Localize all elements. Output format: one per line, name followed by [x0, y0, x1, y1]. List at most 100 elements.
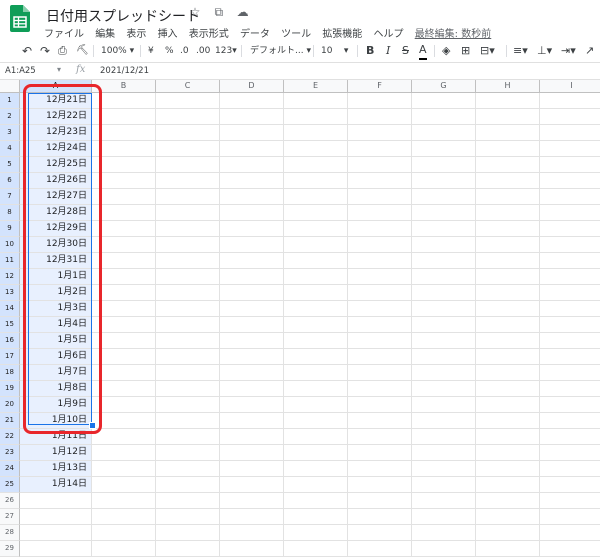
cell-h9[interactable]: [476, 221, 540, 237]
cell-i27[interactable]: [540, 509, 600, 525]
cell-b26[interactable]: [92, 493, 156, 509]
cell-b20[interactable]: [92, 397, 156, 413]
cell-d29[interactable]: [220, 541, 284, 557]
cell-b27[interactable]: [92, 509, 156, 525]
row-header[interactable]: 8: [0, 205, 20, 221]
cell-g21[interactable]: [412, 413, 476, 429]
cell-c23[interactable]: [156, 445, 220, 461]
cell-f16[interactable]: [348, 333, 412, 349]
cell-e19[interactable]: [284, 381, 348, 397]
cell-g5[interactable]: [412, 157, 476, 173]
move-to-folder-icon[interactable]: ⧉: [209, 5, 229, 20]
cell-e1[interactable]: [284, 93, 348, 109]
cell-a25[interactable]: 1月14日: [20, 477, 92, 493]
row-header[interactable]: 14: [0, 301, 20, 317]
cell-i17[interactable]: [540, 349, 600, 365]
row-header[interactable]: 5: [0, 157, 20, 173]
cell-e14[interactable]: [284, 301, 348, 317]
cell-d19[interactable]: [220, 381, 284, 397]
cell-i5[interactable]: [540, 157, 600, 173]
cell-c20[interactable]: [156, 397, 220, 413]
cell-d26[interactable]: [220, 493, 284, 509]
row-header[interactable]: 25: [0, 477, 20, 493]
cell-i12[interactable]: [540, 269, 600, 285]
cell-g18[interactable]: [412, 365, 476, 381]
cell-a13[interactable]: 1月2日: [20, 285, 92, 301]
cell-i20[interactable]: [540, 397, 600, 413]
cell-a4[interactable]: 12月24日: [20, 141, 92, 157]
cell-f9[interactable]: [348, 221, 412, 237]
fill-handle[interactable]: [89, 422, 96, 429]
cell-a28[interactable]: [20, 525, 92, 541]
cell-b24[interactable]: [92, 461, 156, 477]
cell-a7[interactable]: 12月27日: [20, 189, 92, 205]
menu-help[interactable]: ヘルプ: [374, 29, 404, 40]
cell-b9[interactable]: [92, 221, 156, 237]
cell-b28[interactable]: [92, 525, 156, 541]
cell-e15[interactable]: [284, 317, 348, 333]
cell-g8[interactable]: [412, 205, 476, 221]
cell-g26[interactable]: [412, 493, 476, 509]
menu-data[interactable]: データ: [240, 29, 270, 40]
cell-b13[interactable]: [92, 285, 156, 301]
cell-c1[interactable]: [156, 93, 220, 109]
cell-d15[interactable]: [220, 317, 284, 333]
row-header[interactable]: 7: [0, 189, 20, 205]
cell-c25[interactable]: [156, 477, 220, 493]
sheets-logo-icon[interactable]: [10, 5, 30, 32]
cell-a23[interactable]: 1月12日: [20, 445, 92, 461]
cell-f26[interactable]: [348, 493, 412, 509]
cell-h20[interactable]: [476, 397, 540, 413]
vertical-align-icon[interactable]: ⊥▾: [537, 44, 552, 58]
cell-a26[interactable]: [20, 493, 92, 509]
cell-a5[interactable]: 12月25日: [20, 157, 92, 173]
cell-f27[interactable]: [348, 509, 412, 525]
cell-c24[interactable]: [156, 461, 220, 477]
cell-g24[interactable]: [412, 461, 476, 477]
cell-f28[interactable]: [348, 525, 412, 541]
horizontal-align-icon[interactable]: ≡▾: [513, 44, 528, 58]
cell-h3[interactable]: [476, 125, 540, 141]
cell-d27[interactable]: [220, 509, 284, 525]
cell-a9[interactable]: 12月29日: [20, 221, 92, 237]
cell-d28[interactable]: [220, 525, 284, 541]
cell-f1[interactable]: [348, 93, 412, 109]
cell-f20[interactable]: [348, 397, 412, 413]
cell-g7[interactable]: [412, 189, 476, 205]
cell-i9[interactable]: [540, 221, 600, 237]
cell-h19[interactable]: [476, 381, 540, 397]
cell-f6[interactable]: [348, 173, 412, 189]
menu-tools[interactable]: ツール: [281, 29, 311, 40]
cell-h15[interactable]: [476, 317, 540, 333]
menu-view[interactable]: 表示: [126, 29, 146, 40]
cell-h29[interactable]: [476, 541, 540, 557]
cell-c19[interactable]: [156, 381, 220, 397]
cell-d20[interactable]: [220, 397, 284, 413]
cell-c28[interactable]: [156, 525, 220, 541]
more-formats-button[interactable]: 123▾: [215, 44, 237, 58]
cell-d3[interactable]: [220, 125, 284, 141]
cell-f13[interactable]: [348, 285, 412, 301]
cell-i19[interactable]: [540, 381, 600, 397]
row-header[interactable]: 6: [0, 173, 20, 189]
cell-d11[interactable]: [220, 253, 284, 269]
italic-button[interactable]: I: [386, 44, 390, 58]
increase-decimal-button[interactable]: .00: [196, 44, 210, 58]
row-header[interactable]: 18: [0, 365, 20, 381]
cell-d10[interactable]: [220, 237, 284, 253]
cell-c4[interactable]: [156, 141, 220, 157]
row-header[interactable]: 3: [0, 125, 20, 141]
cell-g23[interactable]: [412, 445, 476, 461]
last-edit-link[interactable]: 最終編集: 数秒前: [415, 29, 492, 40]
row-header[interactable]: 10: [0, 237, 20, 253]
text-color-button[interactable]: A: [419, 44, 427, 60]
cell-d13[interactable]: [220, 285, 284, 301]
cell-h8[interactable]: [476, 205, 540, 221]
row-header[interactable]: 11: [0, 253, 20, 269]
cell-h1[interactable]: [476, 93, 540, 109]
cell-i4[interactable]: [540, 141, 600, 157]
cell-d9[interactable]: [220, 221, 284, 237]
text-rotate-icon[interactable]: ↗: [585, 44, 594, 58]
cell-g11[interactable]: [412, 253, 476, 269]
column-header-c[interactable]: C: [156, 80, 220, 93]
